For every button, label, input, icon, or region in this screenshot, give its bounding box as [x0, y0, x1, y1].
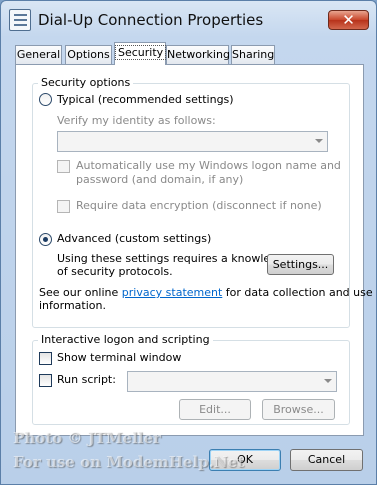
- advanced-radio[interactable]: [39, 233, 52, 246]
- tab-networking[interactable]: Networking: [166, 45, 230, 64]
- connection-properties-icon: [9, 9, 31, 31]
- run-script-label: Run script:: [57, 373, 116, 386]
- security-options-group: Security options Typical (recommended se…: [32, 76, 373, 328]
- privacy-statement-link[interactable]: privacy statement: [122, 286, 223, 299]
- edit-button[interactable]: Edit...: [179, 399, 251, 420]
- settings-button[interactable]: Settings...: [267, 254, 334, 275]
- show-terminal-checkbox[interactable]: [39, 352, 52, 365]
- interactive-logon-group: Interactive logon and scripting Show ter…: [32, 333, 350, 425]
- run-script-dropdown[interactable]: [127, 371, 337, 392]
- chevron-down-icon: [315, 139, 323, 143]
- browse-button[interactable]: Browse...: [262, 399, 335, 420]
- close-icon[interactable]: ✕: [328, 10, 369, 30]
- tab-label: Security: [115, 45, 167, 60]
- ok-button[interactable]: OK: [209, 449, 281, 471]
- run-script-checkbox[interactable]: [39, 374, 52, 387]
- tab-label: Sharing: [232, 48, 275, 61]
- tab-label: General: [16, 48, 61, 61]
- auto-windows-logon-label: Automatically use my Windows logon name …: [76, 159, 341, 172]
- advanced-description-2: of security protocols.: [57, 265, 173, 278]
- cancel-button[interactable]: Cancel: [290, 449, 363, 471]
- typical-radio[interactable]: [39, 93, 52, 106]
- require-encryption-checkbox[interactable]: [57, 200, 70, 213]
- group-title: Interactive logon and scripting: [38, 333, 213, 346]
- advanced-description: Using these settings requires a knowledg…: [57, 252, 291, 265]
- verify-identity-dropdown[interactable]: [57, 131, 328, 152]
- tab-options[interactable]: Options: [65, 45, 112, 64]
- security-tab-panel: Security options Typical (recommended se…: [15, 64, 373, 436]
- group-title: Security options: [38, 76, 134, 89]
- privacy-suffix: for data collection and use: [225, 286, 373, 299]
- auto-windows-logon-label-2: password (and domain, if any): [76, 173, 244, 186]
- show-terminal-label: Show terminal window: [57, 351, 182, 364]
- title-bar[interactable]: Dial-Up Connection Properties ✕: [1, 1, 376, 39]
- tab-label: Networking: [167, 48, 230, 61]
- chevron-down-icon: [324, 379, 332, 383]
- require-encryption-label: Require data encryption (disconnect if n…: [76, 199, 322, 212]
- tab-label: Options: [67, 48, 110, 61]
- verify-identity-label: Verify my identity as follows:: [57, 114, 216, 127]
- auto-windows-logon-checkbox[interactable]: [57, 160, 70, 173]
- dialog-window: Dial-Up Connection Properties ✕ General …: [0, 0, 377, 485]
- typical-label: Typical (recommended settings): [57, 93, 234, 106]
- advanced-label: Advanced (custom settings): [57, 232, 212, 245]
- tab-sharing[interactable]: Sharing: [231, 45, 275, 64]
- tab-security[interactable]: Security: [114, 42, 167, 65]
- privacy-text: See our online privacy statement for dat…: [39, 286, 373, 299]
- window-title: Dial-Up Connection Properties: [38, 11, 264, 29]
- privacy-text-2: information.: [39, 299, 106, 312]
- privacy-prefix: See our online: [39, 286, 119, 299]
- tab-general[interactable]: General: [15, 45, 62, 64]
